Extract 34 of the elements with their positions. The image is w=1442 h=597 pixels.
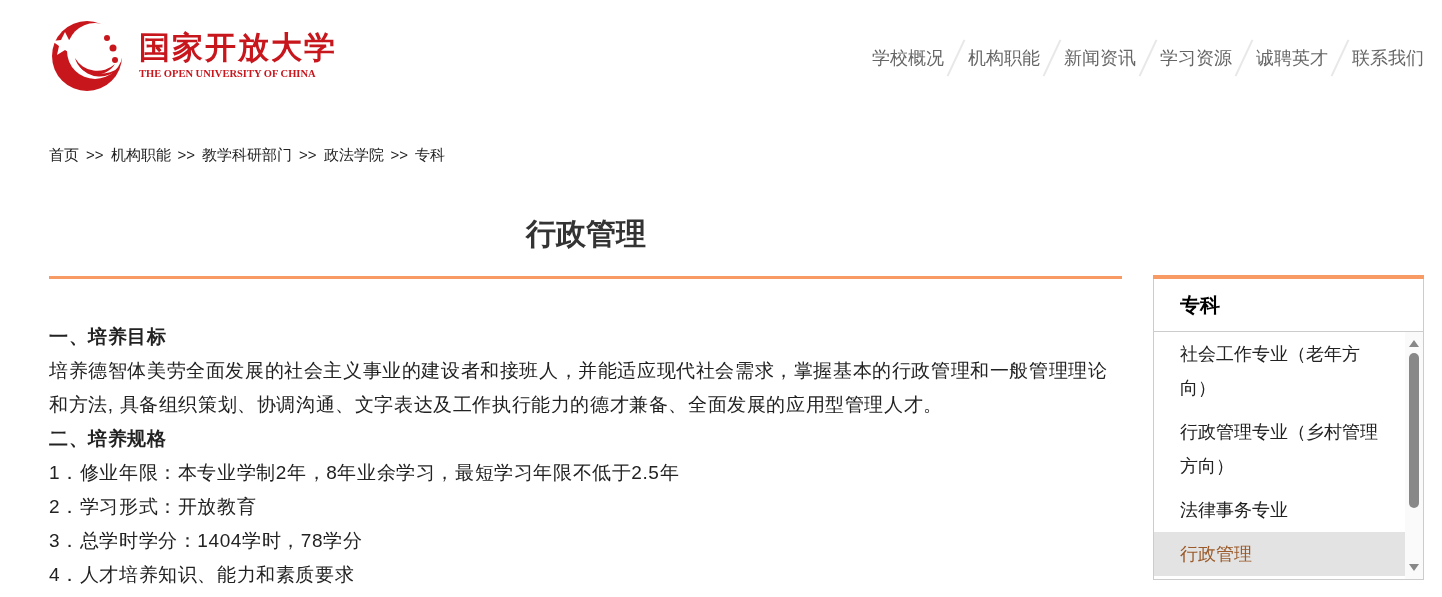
paragraph: 1．修业年限：本专业学制2年，8年业余学习，最短学习年限不低于2.5年 — [49, 461, 681, 485]
nav-link[interactable]: 联系我们 — [1352, 44, 1424, 72]
section-heading: 二、培养规格 — [49, 427, 168, 451]
breadcrumb-separator: >> — [177, 144, 196, 165]
sidebar-item[interactable]: 行政管理专业（乡村管理方向） — [1154, 410, 1405, 488]
nav-link[interactable]: 学习资源 — [1160, 44, 1232, 72]
nav-link[interactable]: 学校概况 — [872, 44, 944, 72]
breadcrumb-separator: >> — [390, 144, 409, 165]
paragraph: 3．总学时学分：1404学时，78学分 — [49, 529, 364, 553]
breadcrumb-link[interactable]: 教学科研部门 — [202, 143, 293, 167]
breadcrumb-separator: >> — [299, 144, 317, 165]
breadcrumb-link[interactable]: 政法学院 — [323, 143, 384, 167]
article-title: 行政管理 — [524, 216, 647, 252]
sidebar-item[interactable]: 行政管理 — [1154, 532, 1405, 576]
nav-link[interactable]: 机构职能 — [968, 44, 1040, 72]
sidebar-item[interactable]: 法律事务专业 — [1154, 488, 1405, 532]
paragraph: 培养德智体美劳全面发展的社会主义事业的建设者和接班人，并能适应现代社会需求，掌握基本的行政管理和一般管理理论和方法, 具备组织策划、协调沟通、文字表达及工作执行能力的德才兼备、全面发展的应用型管理人才。 — [49, 359, 1109, 417]
scrollbar[interactable] — [1405, 332, 1423, 579]
breadcrumb-separator: >> — [86, 144, 104, 165]
scroll-thumb[interactable] — [1409, 353, 1419, 508]
logo-subtitle: THE OPEN UNIVERSITY OF CHINA — [139, 67, 317, 81]
scroll-down-icon[interactable] — [1409, 564, 1419, 571]
paragraph: 4．人才培养知识、能力和素质要求 — [49, 563, 356, 587]
nav-link[interactable]: 新闻资讯 — [1064, 44, 1136, 72]
nav-link[interactable]: 诚聘英才 — [1256, 44, 1328, 72]
breadcrumb-link[interactable]: 专科 — [415, 143, 446, 167]
breadcrumb-link[interactable]: 机构职能 — [110, 143, 171, 167]
scroll-up-icon[interactable] — [1409, 340, 1419, 347]
sidebar-title: 专科 — [1154, 279, 1423, 332]
logo-title: 国家开放大学 — [139, 29, 337, 67]
paragraph: 2．学习形式：开放教育 — [49, 495, 258, 519]
breadcrumb-link[interactable]: 首页 — [49, 143, 79, 167]
section-heading: 一、培养目标 — [49, 325, 168, 349]
sidebar-item[interactable]: 社会工作专业（老年方向） — [1154, 332, 1405, 410]
